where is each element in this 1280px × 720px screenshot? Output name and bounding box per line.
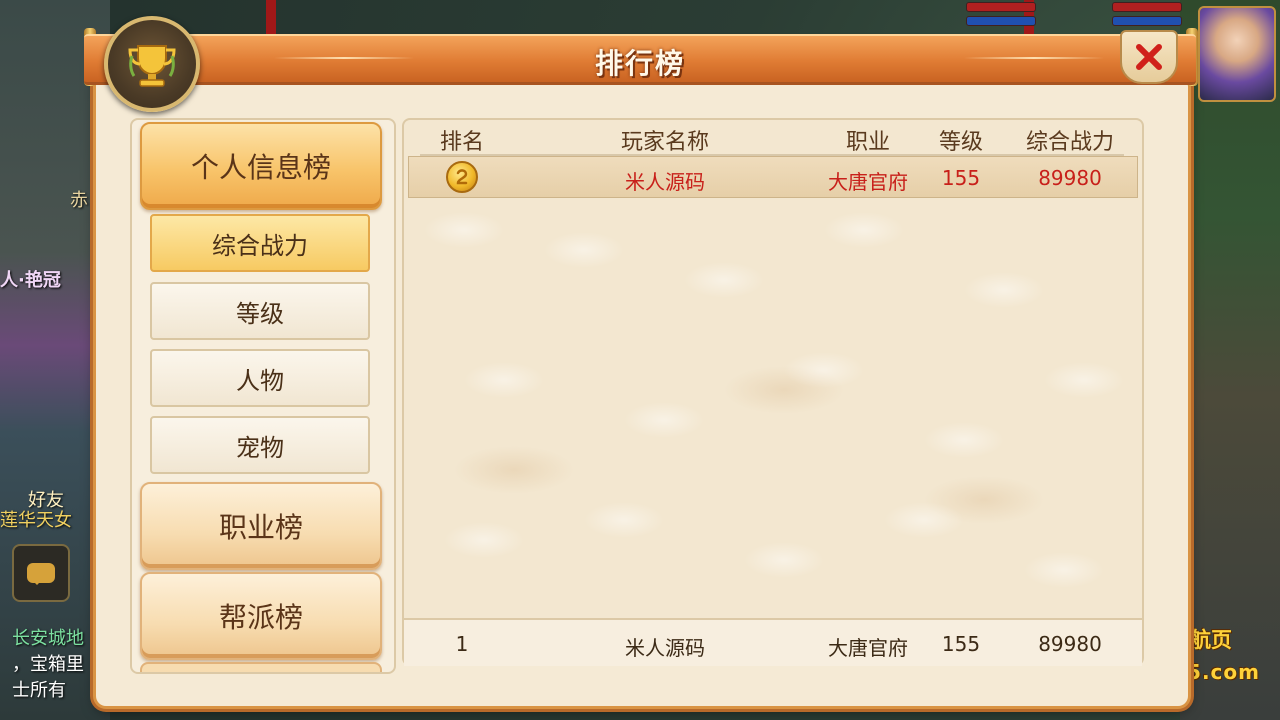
window-titlebar: 排行榜 (84, 34, 1196, 85)
my-combat-power: 89980 (1038, 632, 1102, 656)
tab-class-ranking[interactable]: 职业榜 (140, 482, 382, 570)
scene-text: 莲华天女 (0, 510, 72, 531)
hp-bars (966, 2, 1036, 26)
window-title: 排行榜 (594, 47, 685, 80)
player-class: 大唐官府 (828, 170, 908, 194)
chat-bubble-icon (27, 563, 55, 585)
ranking-table[interactable] (402, 118, 1144, 666)
scene-text: 人·艳冠 (0, 270, 61, 291)
my-class: 大唐官府 (828, 636, 908, 660)
header-rank: 排名 (439, 130, 484, 155)
gold-medal-icon (446, 161, 478, 193)
header-class: 职业 (845, 130, 890, 155)
my-level: 155 (941, 632, 981, 656)
my-name: 米人源码 (625, 636, 705, 660)
hp-bars (1112, 2, 1182, 26)
header-combat-power: 综合战力 (1025, 130, 1114, 155)
subtab-pet[interactable]: 宠物 (150, 416, 370, 474)
tab-personal-ranking[interactable]: 个人信息榜 (140, 122, 382, 210)
chat-line: ，宝箱里 (12, 654, 84, 675)
menu-scroll-peek (140, 662, 382, 672)
header-player-name: 玩家名称 (620, 130, 709, 155)
player-name[interactable]: 米人源码 (590, 166, 740, 195)
close-icon (1136, 44, 1162, 70)
player-level: 155 (941, 166, 981, 190)
player-combat-power: 89980 (1038, 166, 1102, 190)
close-button[interactable] (1120, 30, 1178, 84)
scene-text: 赤 (70, 190, 88, 211)
header-level: 等级 (938, 130, 983, 155)
player-portrait[interactable] (1198, 6, 1276, 102)
chat-line: 长安城地 (12, 628, 84, 649)
scene-pole (266, 0, 276, 36)
subtab-combat-power[interactable]: 综合战力 (150, 214, 370, 272)
chat-line: 士所有 (12, 680, 66, 701)
scene-right-strip (1180, 0, 1280, 720)
trophy-icon (104, 16, 200, 112)
scene-left-strip (0, 0, 110, 720)
my-rank: 1 (455, 632, 469, 656)
chat-button[interactable] (12, 544, 70, 602)
tab-guild-ranking[interactable]: 帮派榜 (140, 572, 382, 660)
subtab-character[interactable]: 人物 (150, 349, 370, 407)
subtab-level[interactable]: 等级 (150, 282, 370, 340)
